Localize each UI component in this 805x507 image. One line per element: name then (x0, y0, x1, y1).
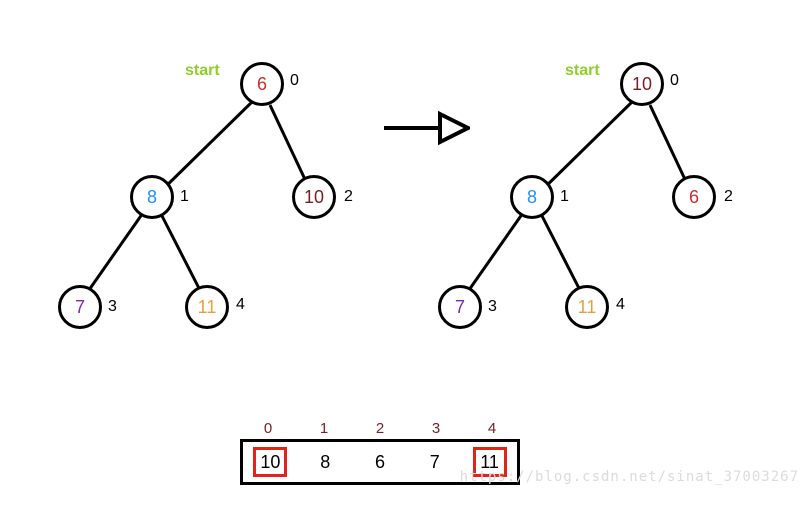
array-value: 6 (375, 452, 385, 472)
left-index-2: 2 (344, 188, 353, 206)
node-value: 10 (304, 187, 324, 208)
node-value: 8 (147, 187, 157, 208)
left-node-1: 8 (130, 175, 174, 219)
node-value: 8 (527, 187, 537, 208)
array-index: 1 (320, 420, 328, 437)
node-value: 7 (75, 297, 85, 318)
right-index-2: 2 (724, 188, 733, 206)
left-index-3: 3 (108, 298, 117, 316)
left-index-4: 4 (236, 296, 245, 314)
right-index-3: 3 (488, 298, 497, 316)
right-node-1: 8 (510, 175, 554, 219)
left-index-0: 0 (290, 72, 299, 90)
node-value: 6 (257, 74, 267, 95)
array-value-highlighted: 10 (253, 447, 287, 477)
start-label-right: start (565, 62, 600, 80)
array-cell: 8 (298, 452, 353, 473)
array-indices-row: 0 1 2 3 4 (240, 420, 520, 437)
right-index-0: 0 (670, 72, 679, 90)
left-node-4: 11 (185, 285, 229, 329)
array-value: 7 (430, 452, 440, 472)
node-value: 10 (632, 74, 652, 95)
right-index-1: 1 (560, 188, 569, 206)
array-value: 8 (320, 452, 330, 472)
right-index-4: 4 (616, 296, 625, 314)
start-label-left: start (185, 62, 220, 80)
left-node-3: 7 (58, 285, 102, 329)
watermark-text: https://blog.csdn.net/sinat_37003267 (460, 469, 799, 485)
node-value: 11 (198, 297, 217, 318)
array-index: 4 (488, 420, 496, 437)
array-cell: 10 (243, 447, 298, 477)
node-value: 6 (689, 187, 699, 208)
transform-arrow-icon (380, 108, 470, 148)
node-value: 7 (455, 297, 465, 318)
left-index-1: 1 (180, 188, 189, 206)
array-cell: 6 (353, 452, 408, 473)
diagram-canvas: start 6 0 8 1 10 2 7 3 11 4 start 10 0 8… (0, 0, 805, 507)
right-node-4: 11 (565, 285, 609, 329)
array-cell: 7 (407, 452, 462, 473)
array-index: 2 (376, 420, 384, 437)
node-value: 11 (578, 297, 597, 318)
array-index: 3 (432, 420, 440, 437)
right-node-0: 10 (620, 62, 664, 106)
right-node-3: 7 (438, 285, 482, 329)
left-node-2: 10 (292, 175, 336, 219)
left-node-0: 6 (240, 62, 284, 106)
right-node-2: 6 (672, 175, 716, 219)
array-index: 0 (264, 420, 272, 437)
